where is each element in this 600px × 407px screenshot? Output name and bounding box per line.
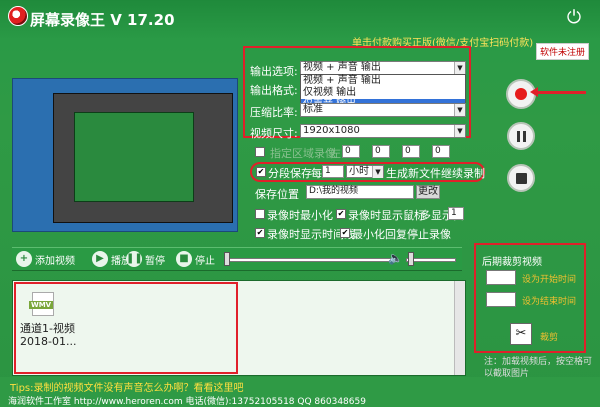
app-window: 屏幕录像王 V 17.20 ⏻ 单击付款购买正版(微信/支付宝扫码付款) 软件未… xyxy=(0,0,600,407)
stop-label: 停止 xyxy=(195,255,215,267)
chevron-down-icon: ▼ xyxy=(454,125,465,137)
output-option-value: 视频 + 声音 输出 xyxy=(303,62,381,73)
show-time-checkbox[interactable]: ✔ xyxy=(255,228,265,238)
region-y-input[interactable]: 0 xyxy=(372,145,390,158)
output-format-label: 输出格式: xyxy=(250,84,298,97)
pause-playback-button[interactable]: ❚❚ 暂停 xyxy=(126,251,165,267)
segment-unit-select[interactable]: 小时 ▼ xyxy=(346,165,384,178)
progress-slider[interactable] xyxy=(224,258,396,262)
minimize-restore-label: 最小化回复停止录像 xyxy=(352,228,451,241)
preview-screen xyxy=(12,78,238,232)
file-date: 2018-01... xyxy=(20,335,77,348)
segment-every-label: 每 xyxy=(311,167,322,180)
crop-end-input[interactable] xyxy=(486,292,516,307)
stop-icon xyxy=(516,173,527,184)
dropdown-item[interactable]: 视频 + 声音 输出 xyxy=(301,75,465,87)
record-icon xyxy=(515,88,527,100)
video-size-label: 视频尺寸: xyxy=(250,127,298,140)
video-size-value: 1920x1080 xyxy=(303,125,360,136)
segment-suffix: 生成新文件继续录制 xyxy=(386,167,485,180)
region-h-input[interactable]: 0 xyxy=(432,145,450,158)
set-start-button[interactable]: 设为开始时间 xyxy=(522,272,576,285)
add-video-button[interactable]: + 添加视频 xyxy=(16,251,75,267)
output-option-label: 输出选项: xyxy=(250,65,298,78)
preview-inner-screen xyxy=(74,112,194,202)
file-list-scrollbar[interactable] xyxy=(454,281,465,375)
wmv-file-icon[interactable]: WMV xyxy=(29,292,54,316)
video-size-select[interactable]: 1920x1080 ▼ xyxy=(300,124,466,138)
progress-slider-thumb[interactable] xyxy=(224,252,230,266)
compression-value: 标准 xyxy=(303,104,323,115)
stop-playback-button[interactable]: ■ 停止 xyxy=(176,251,215,267)
compression-label: 压缩比率: xyxy=(250,106,298,119)
crop-start-input[interactable] xyxy=(486,270,516,285)
segment-every-input[interactable]: 1 xyxy=(322,165,344,178)
app-title: 屏幕录像王 V 17.20 xyxy=(30,11,175,29)
region-label: 指定区域录像 xyxy=(270,147,336,160)
chevron-down-icon: ▼ xyxy=(372,166,383,178)
set-end-button[interactable]: 设为结束时间 xyxy=(522,294,576,307)
crop-title: 后期裁剪视频 xyxy=(482,257,542,268)
minimize-checkbox[interactable] xyxy=(255,209,265,219)
pause-label: 暂停 xyxy=(145,255,165,267)
stop-button[interactable] xyxy=(507,164,535,192)
playback-toolbar: + 添加视频 ▶ 播放 ❚❚ 暂停 ■ 停止 🔈 xyxy=(12,247,462,271)
play-icon: ▶ xyxy=(92,251,108,267)
dropdown-item[interactable]: 仅视频 输出 xyxy=(301,87,465,99)
app-logo-icon xyxy=(8,6,28,26)
region-x-label: 左 xyxy=(330,147,341,160)
minimize-restore-checkbox[interactable]: ✔ xyxy=(340,228,350,238)
scissors-icon[interactable]: ✂ xyxy=(510,323,532,345)
volume-icon[interactable]: 🔈 xyxy=(388,251,404,267)
output-option-select[interactable]: 视频 + 声音 输出 ▼ xyxy=(300,61,466,75)
crop-button[interactable]: 裁剪 xyxy=(540,330,558,343)
add-video-label: 添加视频 xyxy=(35,255,75,267)
region-w-input[interactable]: 0 xyxy=(402,145,420,158)
minimize-label: 录像时最小化 xyxy=(267,209,333,222)
segment-label: 分段保存 xyxy=(268,167,312,180)
stop-icon: ■ xyxy=(176,251,192,267)
pause-button[interactable] xyxy=(507,122,535,150)
segment-unit-value: 小时 xyxy=(349,166,369,177)
region-checkbox[interactable] xyxy=(255,147,265,157)
annotation-arrow xyxy=(530,87,586,97)
multi-display-input[interactable]: 1 xyxy=(448,207,464,220)
volume-slider-thumb[interactable] xyxy=(408,252,414,266)
pause-icon: ❚❚ xyxy=(126,251,143,267)
change-location-button[interactable]: 更改 xyxy=(416,185,440,199)
show-mouse-label: 录像时显示鼠标 xyxy=(348,209,425,222)
compression-select[interactable]: 标准 ▼ xyxy=(300,103,466,117)
save-location-label: 保存位置 xyxy=(255,188,299,201)
plus-icon: + xyxy=(16,251,32,267)
save-location-input[interactable]: D:\我的视频 xyxy=(306,185,414,199)
pause-icon xyxy=(517,131,526,142)
footer-info: 海润软件工作室 http://www.heroren.com 电话(微信):13… xyxy=(8,397,366,407)
segment-checkbox[interactable]: ✔ xyxy=(256,167,266,177)
tips-link[interactable]: Tips:录制的视频文件没有声音怎么办啊？看看这里吧 xyxy=(10,379,244,394)
region-x-input[interactable]: 0 xyxy=(342,145,360,158)
file-name[interactable]: 通道1-视频 xyxy=(20,320,75,336)
unregistered-badge[interactable]: 软件未注册 xyxy=(536,43,590,60)
chevron-down-icon: ▼ xyxy=(454,104,465,116)
show-mouse-checkbox[interactable]: ✔ xyxy=(336,209,346,219)
chevron-down-icon: ▼ xyxy=(454,62,465,74)
preview-window xyxy=(53,93,233,223)
file-type-label: WMV xyxy=(29,301,54,309)
power-icon[interactable]: ⏻ xyxy=(564,8,584,28)
